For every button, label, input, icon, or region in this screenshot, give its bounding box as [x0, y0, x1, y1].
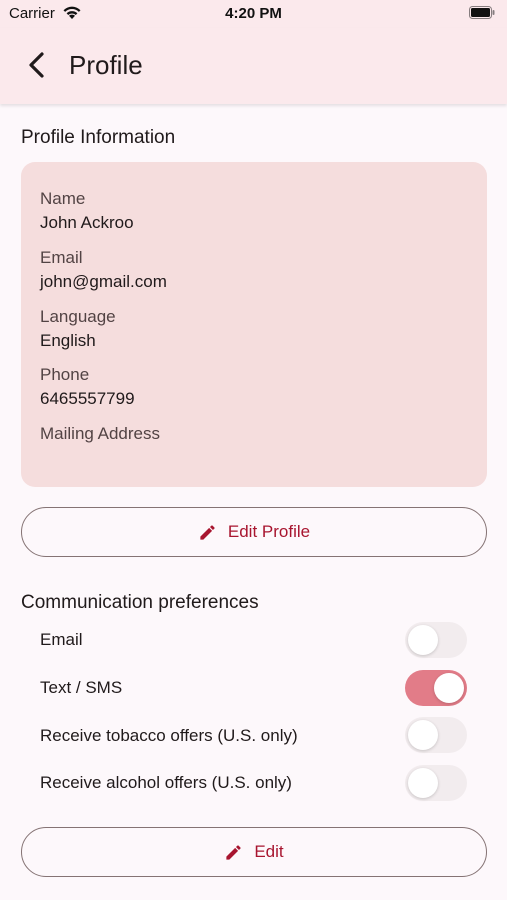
- pencil-icon: [200, 524, 215, 540]
- name-value: John Ackroo: [40, 213, 134, 232]
- profile-info-card: Name John Ackroo Email john@gmail.com La…: [21, 162, 487, 487]
- edit-profile-label: Edit Profile: [227, 522, 311, 541]
- edit-preferences-label: Edit: [254, 842, 284, 861]
- back-arrow-icon[interactable]: [22, 50, 52, 80]
- pencil-icon: [226, 844, 241, 860]
- status-time: 4:20 PM: [225, 5, 282, 22]
- page-title: Profile: [69, 50, 143, 80]
- pref-email-label: Email: [40, 630, 83, 649]
- pref-sms-label: Text / SMS: [40, 678, 123, 697]
- toggle-knob: [408, 625, 438, 655]
- email-label: Email: [40, 248, 83, 267]
- pref-tobacco-label: Receive tobacco offers (U.S. only): [40, 726, 298, 745]
- edit-preferences-button[interactable]: Edit: [21, 827, 487, 877]
- battery-icon: [469, 6, 495, 19]
- language-value: English: [40, 331, 96, 350]
- phone-value: 6465557799: [40, 389, 135, 408]
- toggle-knob: [408, 768, 438, 798]
- toggle-knob: [408, 720, 438, 750]
- pref-alcohol-label: Receive alcohol offers (U.S. only): [40, 773, 292, 792]
- pref-sms-toggle[interactable]: [405, 670, 467, 706]
- pref-tobacco-toggle[interactable]: [405, 717, 467, 753]
- edit-profile-button[interactable]: Edit Profile: [21, 507, 487, 557]
- status-bar: Carrier 4:20 PM: [0, 0, 507, 28]
- email-value: john@gmail.com: [40, 272, 167, 291]
- mailing-address-label: Mailing Address: [40, 424, 161, 443]
- toggle-knob: [434, 673, 464, 703]
- communication-preferences-heading: Communication preferences: [21, 592, 259, 613]
- phone-label: Phone: [40, 365, 90, 384]
- language-label: Language: [40, 307, 116, 326]
- pref-alcohol-toggle[interactable]: [405, 765, 467, 801]
- name-label: Name: [40, 189, 86, 208]
- profile-information-heading: Profile Information: [21, 127, 176, 148]
- app-bar: Profile: [0, 28, 507, 104]
- pref-email-toggle[interactable]: [405, 622, 467, 658]
